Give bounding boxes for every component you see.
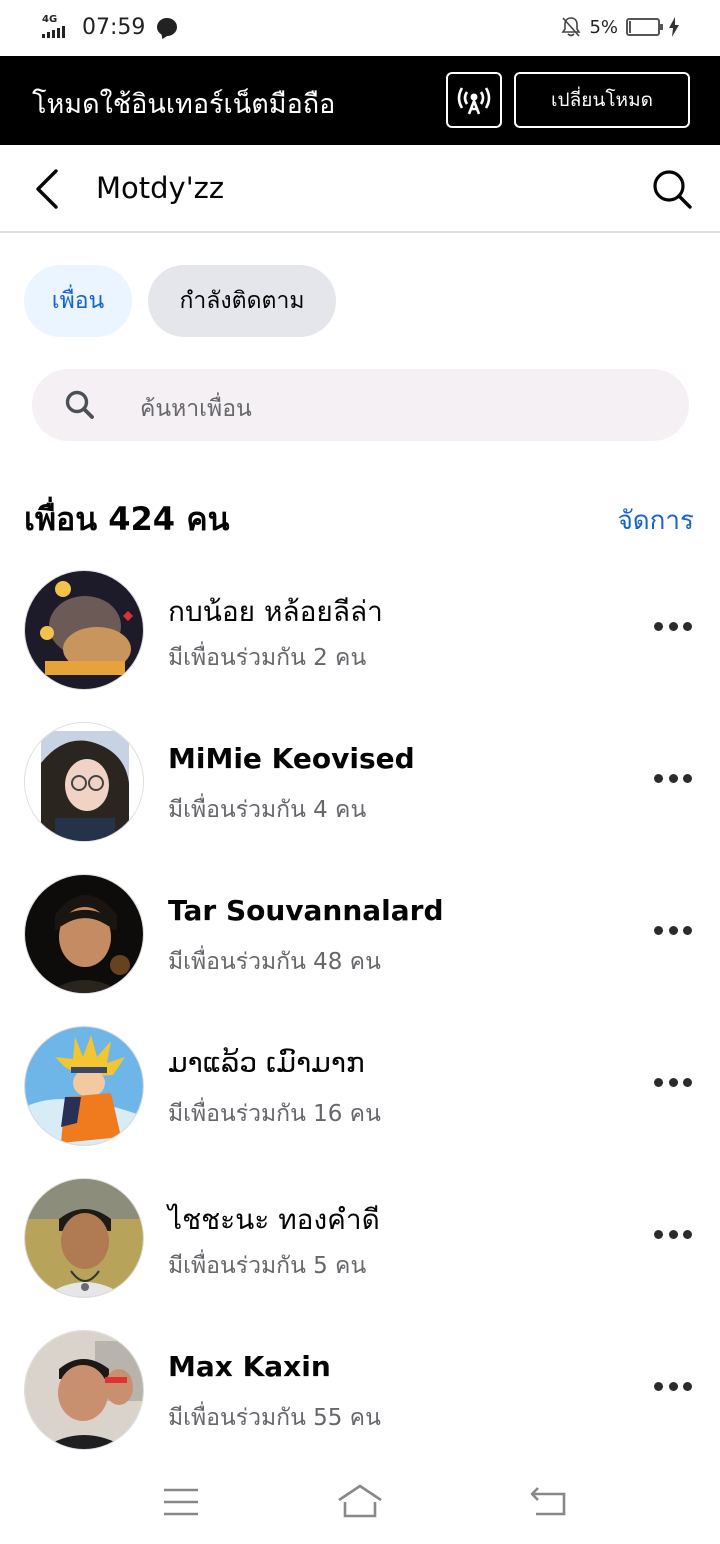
back-button[interactable] — [28, 167, 68, 211]
more-options-icon[interactable] — [654, 1376, 692, 1396]
avatar[interactable] — [24, 1026, 144, 1146]
data-mode-banner: โหมดใช้อินเทอร์เน็ตมือถือ เปลี่ยนโหมด — [0, 56, 720, 145]
search-friends-input[interactable]: ค้นหาเพื่อน — [32, 369, 689, 441]
friend-name[interactable]: Max Kaxin — [168, 1350, 331, 1383]
avatar[interactable] — [24, 722, 144, 842]
friend-row[interactable]: กบน้อย หล้อยลีล่า มีเพื่อนร่วมกัน 2 คน — [0, 570, 720, 700]
search-button[interactable] — [650, 167, 694, 211]
mutual-friends: มีเพื่อนร่วมกัน 2 คน — [168, 645, 367, 671]
battery-icon — [626, 18, 663, 36]
friend-name[interactable]: ມາແລ້ວ ເມົາມາກ — [168, 1046, 365, 1079]
avatar[interactable] — [24, 1330, 144, 1450]
more-options-icon[interactable] — [654, 1224, 692, 1244]
status-time: 07:59 — [82, 14, 146, 40]
more-options-icon[interactable] — [654, 920, 692, 940]
tab-following[interactable]: กำลังติดตาม — [148, 265, 336, 337]
friend-row[interactable]: MiMie Keovised มีเพื่อนร่วมกัน 4 คน — [0, 722, 720, 852]
search-icon — [653, 170, 692, 209]
friend-row[interactable]: ມາແລ້ວ ເມົາມາກ มีเพื่อนร่วมกัน 16 คน — [0, 1026, 720, 1156]
search-icon — [65, 390, 94, 419]
page-header: Motdy'zz — [0, 145, 720, 233]
signal-icon: 4G — [42, 14, 76, 40]
friend-name[interactable]: ไชชะนะ ทองคำดี — [168, 1198, 380, 1242]
system-nav-bar — [0, 1460, 720, 1544]
home-icon — [338, 1484, 382, 1518]
friend-name[interactable]: Tar Souvannalard — [168, 894, 444, 927]
avatar[interactable] — [24, 1178, 144, 1298]
switch-mode-button[interactable]: เปลี่ยนโหมด — [514, 72, 690, 128]
mutual-friends: มีเพื่อนร่วมกัน 48 คน — [168, 949, 381, 975]
more-options-icon[interactable] — [654, 768, 692, 788]
more-options-icon[interactable] — [654, 616, 692, 636]
avatar[interactable] — [24, 874, 144, 994]
mutual-friends: มีเพื่อนร่วมกัน 16 คน — [168, 1101, 381, 1127]
battery-percent: 5% — [589, 16, 618, 38]
manage-link[interactable]: จัดการ — [618, 500, 694, 541]
broadcast-tower-icon — [457, 87, 491, 115]
back-arrow-icon — [36, 169, 58, 209]
back-nav-button[interactable] — [524, 1480, 574, 1524]
status-bar: 4G 07:59 5% — [0, 0, 720, 56]
data-mode-info-button[interactable] — [446, 72, 502, 128]
chat-notification-icon — [157, 18, 178, 36]
friend-name[interactable]: MiMie Keovised — [168, 742, 415, 775]
mutual-friends: มีเพื่อนร่วมกัน 4 คน — [168, 797, 367, 823]
friend-row[interactable]: Max Kaxin มีเพื่อนร่วมกัน 55 คน — [0, 1330, 720, 1460]
notifications-off-icon — [561, 17, 581, 37]
charging-icon — [669, 17, 679, 37]
page-title: Motdy'zz — [96, 171, 225, 205]
more-options-icon[interactable] — [654, 1072, 692, 1092]
mutual-friends: มีเพื่อนร่วมกัน 55 คน — [168, 1405, 381, 1431]
friend-row[interactable]: Tar Souvannalard มีเพื่อนร่วมกัน 48 คน — [0, 874, 720, 1004]
mutual-friends: มีเพื่อนร่วมกัน 5 คน — [168, 1253, 367, 1279]
tab-friends[interactable]: เพื่อน — [24, 265, 132, 337]
search-placeholder: ค้นหาเพื่อน — [140, 396, 252, 422]
friends-count: เพื่อน 424 คน — [24, 500, 230, 538]
menu-button[interactable] — [156, 1480, 206, 1524]
return-icon — [530, 1487, 566, 1516]
avatar[interactable] — [24, 570, 144, 690]
friend-name[interactable]: กบน้อย หล้อยลีล่า — [168, 590, 383, 634]
menu-icon — [164, 1488, 198, 1516]
friend-row[interactable]: ไชชะนะ ทองคำดี มีเพื่อนร่วมกัน 5 คน — [0, 1178, 720, 1308]
data-mode-title: โหมดใช้อินเทอร์เน็ตมือถือ — [32, 89, 336, 120]
home-button[interactable] — [335, 1480, 385, 1524]
